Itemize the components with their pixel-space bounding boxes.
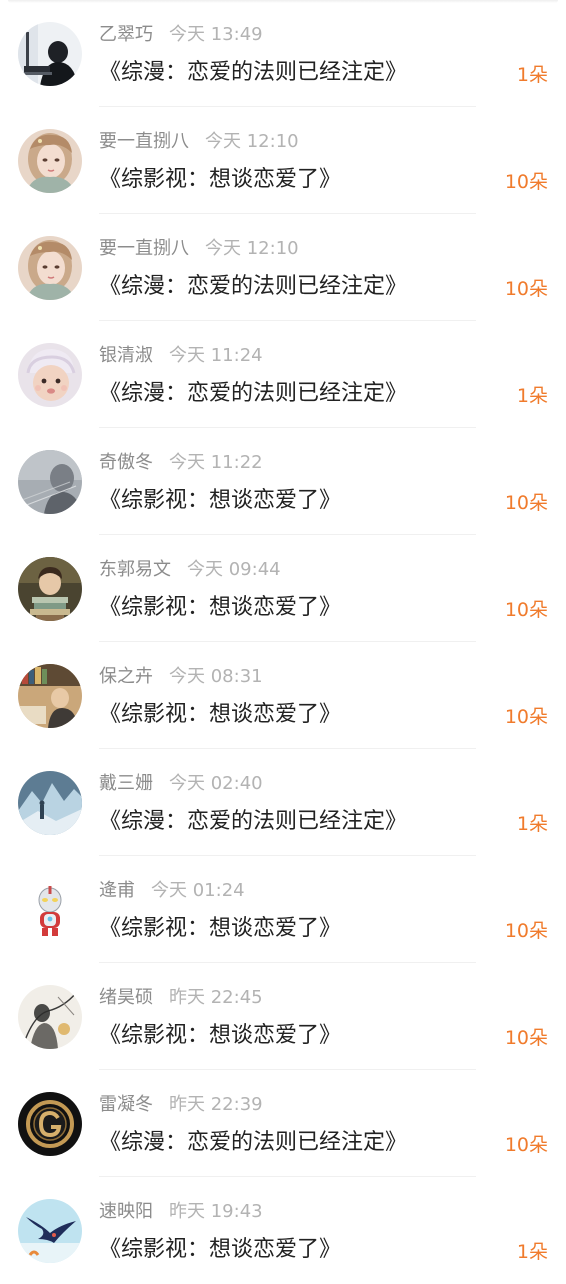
book-title[interactable]: 《综影视：想谈恋爱了》 — [99, 165, 341, 195]
gift-record-row[interactable]: 东郭易文 今天 09:44 《综影视：想谈恋爱了》 10朵 — [0, 535, 566, 642]
flower-amount: 10朵 — [504, 278, 548, 300]
flower-amount: 1朵 — [516, 64, 548, 86]
user-name-line: 绪昊硕 昨天 22:45 — [99, 987, 263, 1009]
book-title[interactable]: 《综漫：恋爱的法则已经注定》 — [99, 807, 407, 837]
record-time: 今天 11:24 — [169, 345, 263, 366]
user-name[interactable]: 奇傲冬 — [99, 452, 153, 473]
user-name[interactable]: 东郭易文 — [99, 559, 171, 580]
user-avatar[interactable] — [18, 343, 82, 407]
book-title[interactable]: 《综影视：想谈恋爱了》 — [99, 593, 341, 623]
user-name[interactable]: 保之卉 — [99, 666, 153, 687]
user-name[interactable]: 速映阳 — [99, 1201, 153, 1222]
book-title[interactable]: 《综漫：恋爱的法则已经注定》 — [99, 1128, 407, 1158]
user-name-line: 戴三姗 今天 02:40 — [99, 773, 263, 795]
flower-amount: 10朵 — [504, 1027, 548, 1049]
record-time: 昨天 22:39 — [169, 1094, 263, 1115]
book-title[interactable]: 《综影视：想谈恋爱了》 — [99, 700, 341, 730]
user-avatar[interactable] — [18, 557, 82, 621]
user-name-line: 速映阳 昨天 19:43 — [99, 1201, 263, 1223]
user-name[interactable]: 要一直捌八 — [99, 131, 189, 152]
user-avatar[interactable] — [18, 771, 82, 835]
user-name[interactable]: 要一直捌八 — [99, 238, 189, 259]
user-name[interactable]: 戴三姗 — [99, 773, 153, 794]
user-name[interactable]: 绪昊硕 — [99, 987, 153, 1008]
user-avatar[interactable] — [18, 1092, 82, 1156]
record-time: 今天 12:10 — [205, 238, 299, 259]
flower-amount: 10朵 — [504, 599, 548, 621]
record-time: 今天 08:31 — [169, 666, 263, 687]
book-title[interactable]: 《综漫：恋爱的法则已经注定》 — [99, 272, 407, 302]
user-avatar[interactable] — [18, 1199, 82, 1263]
user-name[interactable]: 银清淑 — [99, 345, 153, 366]
user-avatar[interactable] — [18, 236, 82, 300]
flower-amount: 10朵 — [504, 1134, 548, 1156]
gift-record-row[interactable]: 逄甫 今天 01:24 《综影视：想谈恋爱了》 10朵 — [0, 856, 566, 963]
gift-record-row[interactable]: 银清淑 今天 11:24 《综漫：恋爱的法则已经注定》 1朵 — [0, 321, 566, 428]
user-name[interactable]: 逄甫 — [99, 880, 135, 901]
book-title[interactable]: 《综影视：想谈恋爱了》 — [99, 1021, 341, 1051]
record-time: 昨天 22:45 — [169, 987, 263, 1008]
record-time: 今天 13:49 — [169, 24, 263, 45]
book-title[interactable]: 《综影视：想谈恋爱了》 — [99, 914, 341, 944]
user-avatar[interactable] — [18, 22, 82, 86]
record-time: 今天 01:24 — [151, 880, 245, 901]
gift-record-row[interactable]: 戴三姗 今天 02:40 《综漫：恋爱的法则已经注定》 1朵 — [0, 749, 566, 856]
user-name-line: 银清淑 今天 11:24 — [99, 345, 263, 367]
record-time: 今天 09:44 — [187, 559, 281, 580]
record-time: 今天 02:40 — [169, 773, 263, 794]
user-name-line: 奇傲冬 今天 11:22 — [99, 452, 263, 474]
record-time: 今天 11:22 — [169, 452, 263, 473]
gift-record-row[interactable]: 绪昊硕 昨天 22:45 《综影视：想谈恋爱了》 10朵 — [0, 963, 566, 1070]
user-avatar[interactable] — [18, 878, 82, 942]
book-title[interactable]: 《综影视：想谈恋爱了》 — [99, 1235, 341, 1265]
user-name-line: 要一直捌八 今天 12:10 — [99, 238, 299, 260]
flower-amount: 10朵 — [504, 171, 548, 193]
user-name-line: 逄甫 今天 01:24 — [99, 880, 245, 902]
gift-record-row[interactable]: 乙翠巧 今天 13:49 《综漫：恋爱的法则已经注定》 1朵 — [0, 0, 566, 107]
user-avatar[interactable] — [18, 985, 82, 1049]
gift-record-row[interactable]: 奇傲冬 今天 11:22 《综影视：想谈恋爱了》 10朵 — [0, 428, 566, 535]
flower-amount: 10朵 — [504, 920, 548, 942]
flower-amount: 10朵 — [504, 706, 548, 728]
user-name-line: 要一直捌八 今天 12:10 — [99, 131, 299, 153]
flower-amount: 1朵 — [516, 813, 548, 835]
book-title[interactable]: 《综影视：想谈恋爱了》 — [99, 486, 341, 516]
flower-amount: 10朵 — [504, 492, 548, 514]
book-title[interactable]: 《综漫：恋爱的法则已经注定》 — [99, 58, 407, 88]
user-name-line: 雷凝冬 昨天 22:39 — [99, 1094, 263, 1116]
record-time: 今天 12:10 — [205, 131, 299, 152]
user-name-line: 东郭易文 今天 09:44 — [99, 559, 281, 581]
user-avatar[interactable] — [18, 450, 82, 514]
flower-amount: 1朵 — [516, 385, 548, 407]
flower-amount: 1朵 — [516, 1241, 548, 1263]
gift-record-row[interactable]: 要一直捌八 今天 12:10 《综漫：恋爱的法则已经注定》 10朵 — [0, 214, 566, 321]
gift-record-row[interactable]: 速映阳 昨天 19:43 《综影视：想谈恋爱了》 1朵 — [0, 1177, 566, 1284]
user-name[interactable]: 雷凝冬 — [99, 1094, 153, 1115]
record-time: 昨天 19:43 — [169, 1201, 263, 1222]
gift-record-row[interactable]: 雷凝冬 昨天 22:39 《综漫：恋爱的法则已经注定》 10朵 — [0, 1070, 566, 1177]
gift-record-row[interactable]: 保之卉 今天 08:31 《综影视：想谈恋爱了》 10朵 — [0, 642, 566, 749]
user-avatar[interactable] — [18, 664, 82, 728]
user-name[interactable]: 乙翠巧 — [99, 24, 153, 45]
gift-record-row[interactable]: 要一直捌八 今天 12:10 《综影视：想谈恋爱了》 10朵 — [0, 107, 566, 214]
user-name-line: 乙翠巧 今天 13:49 — [99, 24, 263, 46]
user-name-line: 保之卉 今天 08:31 — [99, 666, 263, 688]
user-avatar[interactable] — [18, 129, 82, 193]
book-title[interactable]: 《综漫：恋爱的法则已经注定》 — [99, 379, 407, 409]
